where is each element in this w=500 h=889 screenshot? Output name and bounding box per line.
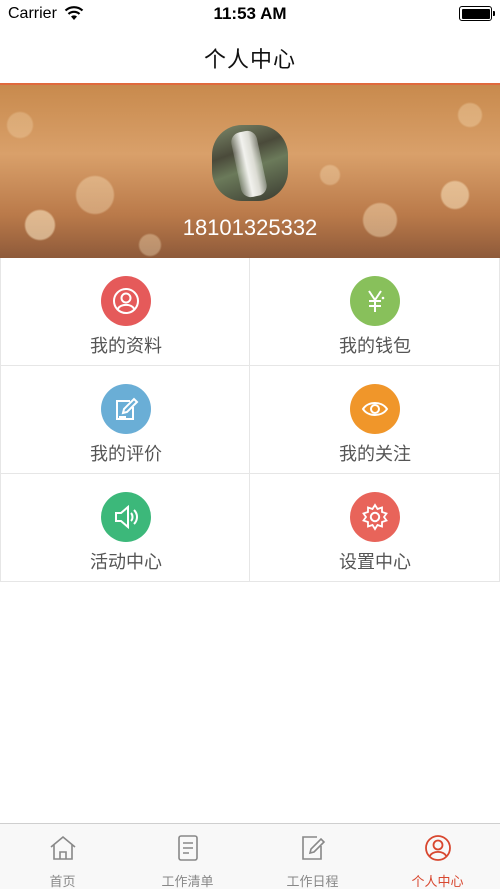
- schedule-edit-icon: [302, 836, 326, 860]
- tab-label: 首页: [49, 874, 76, 889]
- menu-item-my-wallet[interactable]: 我的钱包: [250, 258, 500, 366]
- battery-icon: [459, 6, 495, 21]
- menu-item-activity-center[interactable]: 活动中心: [0, 474, 250, 582]
- tab-label: 工作清单: [161, 874, 214, 889]
- status-bar: Carrier 11:53 AM: [0, 0, 500, 28]
- speaker-icon: [101, 492, 151, 542]
- menu-item-my-follows[interactable]: 我的关注: [250, 366, 500, 474]
- tab-label: 个人中心: [411, 874, 464, 889]
- gear-icon: [350, 492, 400, 542]
- menu-item-label: 活动中心: [90, 552, 162, 572]
- home-icon: [50, 835, 76, 860]
- menu-item-my-reviews[interactable]: 我的评价: [0, 366, 250, 474]
- edit-review-icon: [101, 384, 151, 434]
- user-center-icon: [425, 835, 451, 861]
- menu-grid: 我的资料 我的钱包 我的评价 我的关注 活动中心 设置中心: [0, 258, 500, 582]
- menu-item-settings-center[interactable]: 设置中心: [250, 474, 500, 582]
- tab-work-list[interactable]: 工作清单: [125, 824, 250, 889]
- profile-banner: 18101325332: [0, 85, 500, 258]
- status-time: 11:53 AM: [213, 4, 287, 23]
- menu-item-label: 我的关注: [339, 444, 411, 464]
- navigation-bar: 个人中心: [0, 28, 500, 85]
- eye-icon: [350, 384, 400, 434]
- avatar[interactable]: [212, 125, 288, 201]
- user-phone-number: 18101325332: [182, 215, 318, 240]
- menu-item-label: 设置中心: [339, 552, 411, 572]
- tab-bar: 首页 工作清单 工作日程 个人中心: [0, 823, 500, 889]
- tab-home[interactable]: 首页: [0, 824, 125, 889]
- user-profile-icon: [101, 276, 151, 326]
- yen-icon: [350, 276, 400, 326]
- tab-work-schedule[interactable]: 工作日程: [250, 824, 375, 889]
- menu-item-label: 我的评价: [90, 444, 162, 464]
- tab-label: 工作日程: [286, 874, 339, 889]
- avatar-photo: [229, 129, 269, 199]
- menu-item-label: 我的钱包: [339, 336, 411, 356]
- page-title: 个人中心: [203, 47, 296, 72]
- tab-personal-center[interactable]: 个人中心: [375, 824, 500, 889]
- list-icon: [178, 835, 198, 861]
- menu-item-label: 我的资料: [90, 336, 162, 356]
- menu-item-my-profile[interactable]: 我的资料: [0, 258, 250, 366]
